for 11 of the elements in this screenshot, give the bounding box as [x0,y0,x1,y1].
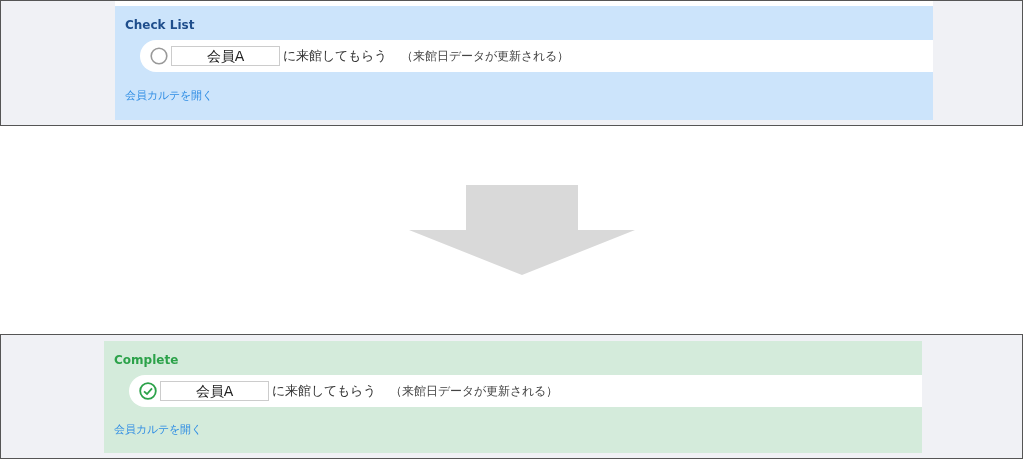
task-note: （来館日データが更新される） [390,382,558,400]
check-circle-icon[interactable] [139,382,157,400]
task-note: （来館日データが更新される） [401,47,569,65]
empty-circle-icon[interactable] [150,47,168,65]
panel-heading: Complete [114,353,180,367]
member-field[interactable]: 会員A [160,381,269,401]
panel-heading: Check List [125,18,196,32]
task-text: に来館してもらう [283,47,387,65]
down-arrow-icon [409,185,635,275]
member-field[interactable]: 会員A [171,46,280,66]
task-text: に来館してもらう [272,382,376,400]
